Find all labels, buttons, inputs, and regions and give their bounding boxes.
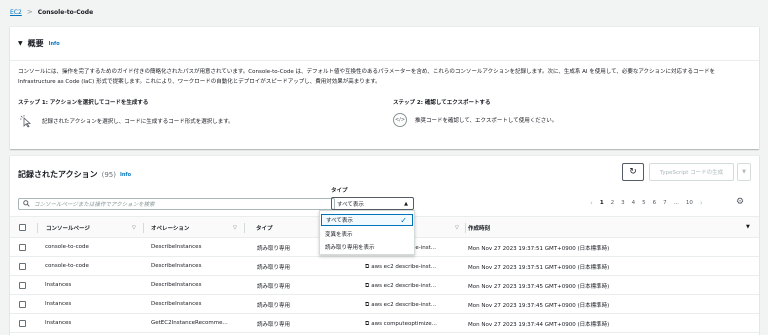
previous-page-icon[interactable]: ‹ [590,199,593,207]
cell-page: console-to-code [45,244,89,250]
info-link[interactable]: Info [120,172,131,178]
cell-operation: DescribeInstances [151,282,202,288]
page-5[interactable]: 5 [642,200,646,206]
page-6[interactable]: 6 [653,200,657,206]
page-10[interactable]: 10 [686,200,693,206]
cell-cli[interactable]: ⧉ aws computeoptimize... [365,320,437,328]
type-filter-value: すべて表示 [337,201,364,208]
info-link[interactable]: Info [49,41,60,47]
row-checkbox[interactable] [19,263,26,270]
table-row[interactable]: Instances GetEC2InstanceRecomme... 読み取り専… [10,314,759,333]
step-1: ステップ 1: アクションを選択してコードを生成する 記録されたアクションを選択… [18,98,368,129]
cell-cli[interactable]: ⧉ aws ec2 describe-inst... [365,263,436,271]
action-count: (95) [101,170,116,179]
next-page-icon[interactable]: › [700,199,703,207]
column-header-time[interactable]: 作成時刻 [468,224,490,232]
caret-up-icon: ▲ [404,200,408,207]
row-checkbox[interactable] [19,301,26,308]
cell-page: Instances [45,320,72,326]
chevron-right-icon: > [26,8,33,16]
divider [10,60,759,61]
column-header-type[interactable]: タイプ [256,224,273,232]
column-header-operation[interactable]: オペレーション [151,224,189,232]
table-row[interactable]: Instances DescribeInstances 読み取り専用 ⧉ aws… [10,295,759,314]
step-2: ステップ 2: 確認してエクスポートする </> 推奨コードを確認して、エクスポ… [393,98,743,127]
cell-page: Instances [45,301,72,307]
type-filter-select[interactable]: すべて表示 ▲ [331,197,414,210]
breadcrumb: EC2 > Console-to-Code [10,8,93,16]
generate-code-button[interactable]: TypeScript コードの生成 [649,163,734,181]
sort-icon[interactable]: ▽ [132,225,136,231]
cell-operation: DescribeInstances [151,301,202,307]
cell-operation: DescribeInstances [151,244,202,250]
table-title: 記録されたアクション [18,170,98,179]
breadcrumb-ec2-link[interactable]: EC2 [10,9,22,16]
page-ellipsis: ... [673,200,679,206]
cell-time: Mon Nov 27 2023 19:37:44 GMT+0900 (日本標準時… [468,322,610,328]
refresh-icon: ↻ [629,167,637,177]
search-input[interactable]: コンソールページまたは操作でアクションを検索 [18,198,335,210]
gear-icon[interactable]: ⚙ [736,197,744,207]
code-icon: </> [393,113,407,127]
type-option-readonly[interactable]: 読み取り専用を表示 [321,241,413,253]
check-icon: ✓ [400,215,407,225]
cell-type: 読み取り専用 [257,284,291,290]
table-header: 記録されたアクション (95) Info [18,169,131,180]
select-all-checkbox[interactable] [19,224,26,231]
cell-time: Mon Nov 27 2023 19:37:45 GMT+0900 (日本標準時… [468,303,610,309]
cell-time: Mon Nov 27 2023 19:37:51 GMT+0900 (日本標準時… [468,246,610,252]
caret-down-icon[interactable]: ▼ [18,40,23,47]
cell-time: Mon Nov 27 2023 19:37:51 GMT+0900 (日本標準時… [468,265,610,271]
step-2-text: 推奨コードを確認して、エクスポートして使用ください。 [415,118,558,124]
row-checkbox[interactable] [19,282,26,289]
step-1-title: ステップ 1: アクションを選択してコードを生成する [18,100,149,106]
overview-header[interactable]: ▼ 概要 Info [18,38,60,49]
column-header-page[interactable]: コンソールページ [46,224,90,232]
page-4[interactable]: 4 [632,200,636,206]
page-7[interactable]: 7 [663,200,667,206]
table-row[interactable]: Instances DescribeInstances 読み取り専用 ⧉ aws… [10,276,759,295]
row-checkbox[interactable] [19,244,26,251]
type-option-all[interactable]: すべて表示 ✓ [321,214,413,226]
overview-panel: ▼ 概要 Info コンソールには、操作を完了するためのガイド付きの簡略化された… [10,26,759,149]
refresh-button[interactable]: ↻ [622,163,644,181]
cell-time: Mon Nov 27 2023 19:37:45 GMT+0900 (日本標準時… [468,284,610,290]
breadcrumb-current: Console-to-Code [37,8,94,16]
step-2-title: ステップ 2: 確認してエクスポートする [393,100,491,106]
generate-dropdown-button[interactable]: ▼ [737,163,751,181]
pagination: ‹ 1 2 3 4 5 6 7 ... 10 › [590,199,703,207]
divider [465,223,466,233]
step-1-text: 記録されたアクションを選択し、コードに生成するコード形式を選択します。 [42,119,234,125]
type-option-mutating[interactable]: 変異を表示 [321,228,413,240]
cell-type: 読み取り専用 [257,322,291,328]
overview-title: 概要 [27,39,44,48]
caret-down-icon: ▼ [742,169,746,175]
cell-cli[interactable]: ⧉ aws ec2 describe-inst... [365,282,436,290]
search-placeholder: コンソールページまたは操作でアクションを検索 [34,202,155,208]
cell-page: console-to-code [45,263,89,269]
cell-operation: DescribeInstances [151,263,202,269]
type-filter-dropdown: すべて表示 ✓ 変異を表示 読み取り専用を表示 [319,210,415,255]
caret-down-icon[interactable]: ▼ [746,224,750,230]
type-filter-label: タイプ [331,188,348,194]
table-row[interactable]: console-to-code DescribeInstances 読み取り専用… [10,257,759,276]
divider [244,223,245,233]
row-checkbox[interactable] [19,320,26,327]
page-1[interactable]: 1 [600,200,604,206]
cell-page: Instances [45,282,72,288]
cell-type: 読み取り専用 [257,246,291,252]
divider [37,223,38,233]
search-icon [23,199,30,209]
cell-type: 読み取り専用 [257,265,291,271]
cell-cli[interactable]: ⧉ aws ec2 describe-inst... [365,301,436,309]
page-2[interactable]: 2 [611,200,615,206]
cell-operation: GetEC2InstanceRecomme... [151,320,228,326]
sort-icon[interactable]: ▽ [455,225,459,231]
page-3[interactable]: 3 [621,200,625,206]
divider [143,223,144,233]
cursor-click-icon [18,113,34,129]
cell-type: 読み取り専用 [257,303,291,309]
sort-icon[interactable]: ▽ [233,225,237,231]
overview-description: コンソールには、操作を完了するためのガイド付きの簡略化されたパスが用意されていま… [18,69,716,85]
